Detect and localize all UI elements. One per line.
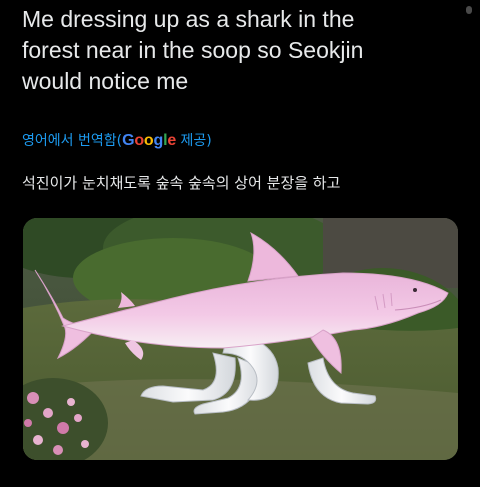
translation-attribution[interactable]: 영어에서 번역함(Google 제공)	[22, 132, 212, 150]
tweet-text: Me dressing up as a shark in the forest …	[22, 6, 364, 94]
google-letter: o	[143, 132, 154, 149]
google-letter: g	[153, 132, 164, 149]
shark-statue-photo	[23, 218, 458, 460]
translated-from-label: 영어에서 번역함	[22, 133, 117, 149]
tweet-media-image[interactable]	[23, 218, 458, 460]
provided-by-label: 제공)	[176, 133, 212, 149]
translated-tweet-text: 석진이가 눈치채도록 숲속 숲속의 상어 분장을 하고	[22, 174, 341, 192]
google-letter: o	[134, 132, 144, 149]
google-logo: Google	[122, 132, 176, 149]
google-letter: G	[122, 132, 135, 149]
scroll-indicator	[466, 6, 472, 14]
google-letter: e	[167, 132, 177, 149]
